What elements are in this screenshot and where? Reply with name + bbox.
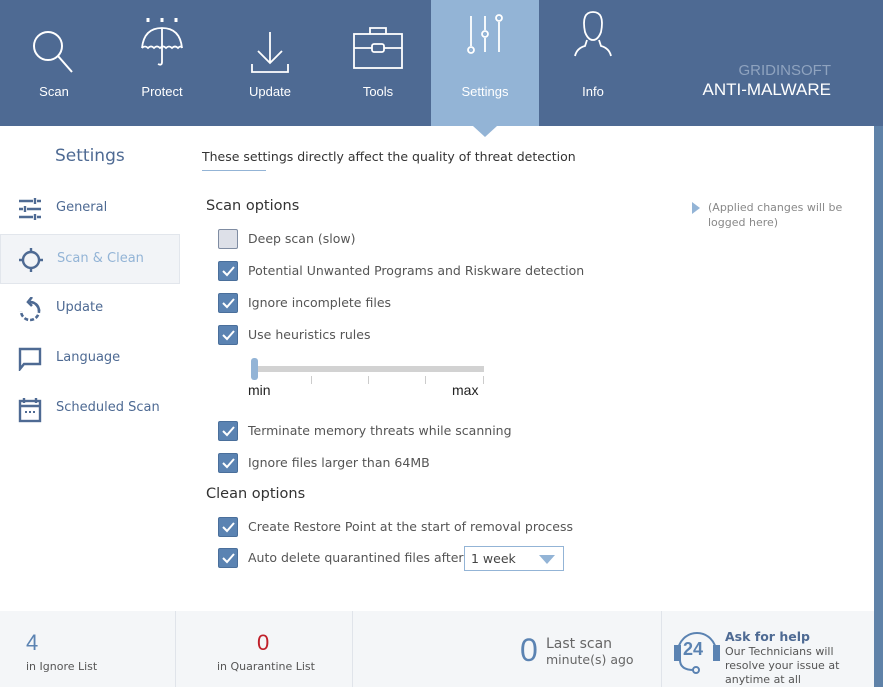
sidebar-item-update[interactable]: Update (0, 284, 180, 334)
divider (661, 611, 662, 687)
person-icon (574, 11, 612, 57)
tab-label: Tools (362, 84, 394, 99)
checkbox[interactable] (218, 517, 238, 537)
slider-tick (368, 376, 369, 384)
calendar-icon (18, 398, 42, 423)
help-badge: 24 (683, 639, 704, 659)
active-tab-pointer (473, 126, 497, 137)
brand-name: GRIDINSOFT (738, 62, 832, 79)
sidebar-item-label: Scan & Clean (57, 251, 144, 266)
checkmark-icon (222, 426, 235, 437)
option-label: Create Restore Point at the start of rem… (248, 519, 573, 534)
checkmark-icon (222, 266, 235, 277)
sliders-horizontal-icon (19, 198, 41, 220)
sliders-icon (467, 14, 503, 54)
sidebar-item-label: Update (56, 300, 104, 315)
change-log: (Applied changes will be logged here) (708, 201, 843, 229)
select-value: 1 week (471, 551, 516, 566)
download-icon (251, 32, 289, 73)
product-name: ANTI-MALWARE (702, 80, 831, 99)
checkmark-icon (222, 553, 235, 564)
heuristics-slider-thumb[interactable] (251, 358, 258, 380)
tab-label: Protect (141, 84, 183, 99)
tab-label: Scan (39, 84, 69, 99)
intro-underline (202, 170, 266, 171)
option-label: Ignore files larger than 64MB (248, 455, 430, 470)
auto-delete-period-select[interactable]: 1 week (464, 546, 564, 571)
tab-label: Settings (461, 84, 509, 99)
tab-update[interactable]: Update (216, 0, 324, 126)
checkmark-icon (222, 522, 235, 533)
checkbox[interactable] (218, 261, 238, 281)
slider-min-label: min (248, 382, 271, 398)
settings-intro: These settings directly affect the quali… (202, 149, 576, 164)
right-edge-scrollbar[interactable] (874, 126, 883, 687)
sidebar-item-language[interactable]: Language (0, 334, 180, 384)
scan-options-heading: Scan options (206, 198, 300, 214)
quarantine-label[interactable]: in Quarantine List (217, 660, 315, 673)
chevron-down-icon (539, 555, 555, 564)
option-label: Ignore incomplete files (248, 295, 392, 310)
tab-protect[interactable]: Protect (108, 0, 216, 126)
support-24-icon[interactable]: 24 (674, 626, 720, 676)
checkbox[interactable] (218, 548, 238, 568)
magnifier-icon (33, 31, 73, 73)
checkmark-icon (222, 458, 235, 469)
checkmark-icon (222, 330, 235, 341)
refresh-icon (19, 297, 41, 322)
help-text: Our Technicians will resolve your issue … (725, 645, 840, 686)
speech-bubble-icon (18, 347, 42, 371)
sidebar-item-scan-clean[interactable]: Scan & Clean (0, 234, 180, 284)
last-scan-title: Last scan (546, 636, 613, 652)
sidebar-item-label: General (56, 200, 108, 215)
tab-tools[interactable]: Tools (324, 0, 432, 126)
sidebar-item-label: Language (56, 350, 121, 365)
checkbox[interactable] (218, 229, 238, 249)
tab-label: Update (249, 84, 291, 99)
heuristics-slider-track[interactable] (254, 366, 484, 372)
tab-label: Info (582, 84, 604, 99)
quarantine-count[interactable]: 0 (257, 630, 269, 656)
option-label: Auto delete quarantined files after (248, 550, 464, 565)
checkmark-icon (222, 298, 235, 309)
checkbox[interactable] (218, 421, 238, 441)
option-label: Use heuristics rules (248, 327, 371, 342)
slider-max-label: max (452, 382, 479, 398)
ignore-label[interactable]: in Ignore List (26, 660, 97, 673)
sidebar-item-general[interactable]: General (0, 184, 180, 234)
slider-tick (311, 376, 312, 384)
checkbox[interactable] (218, 453, 238, 473)
toolbox-icon (353, 27, 403, 69)
checkbox[interactable] (218, 325, 238, 345)
umbrella-icon (141, 18, 183, 66)
top-nav: Scan Protect Update Tools Settings Info … (0, 0, 883, 126)
option-label: Terminate memory threats while scanning (248, 423, 512, 438)
last-scan-unit: minute(s) ago (546, 652, 634, 667)
last-scan-value: 0 (520, 632, 538, 668)
help-title[interactable]: Ask for help (725, 629, 810, 644)
clean-options-heading: Clean options (206, 486, 306, 502)
option-label: Deep scan (slow) (248, 231, 356, 246)
sidebar-title: Settings (55, 146, 125, 166)
divider (352, 611, 353, 687)
tab-scan[interactable]: Scan (0, 0, 108, 126)
checkbox[interactable] (218, 293, 238, 313)
sidebar-item-scheduled-scan[interactable]: Scheduled Scan (0, 384, 180, 434)
slider-tick (483, 376, 484, 384)
divider (175, 611, 176, 687)
ignore-count[interactable]: 4 (26, 630, 38, 656)
tab-settings[interactable]: Settings (431, 0, 539, 126)
slider-tick (425, 376, 426, 384)
sidebar-item-label: Scheduled Scan (56, 400, 160, 415)
play-triangle-icon (692, 202, 700, 214)
option-label: Potential Unwanted Programs and Riskware… (248, 263, 585, 278)
tab-info[interactable]: Info (539, 0, 647, 126)
crosshair-icon (19, 248, 43, 272)
